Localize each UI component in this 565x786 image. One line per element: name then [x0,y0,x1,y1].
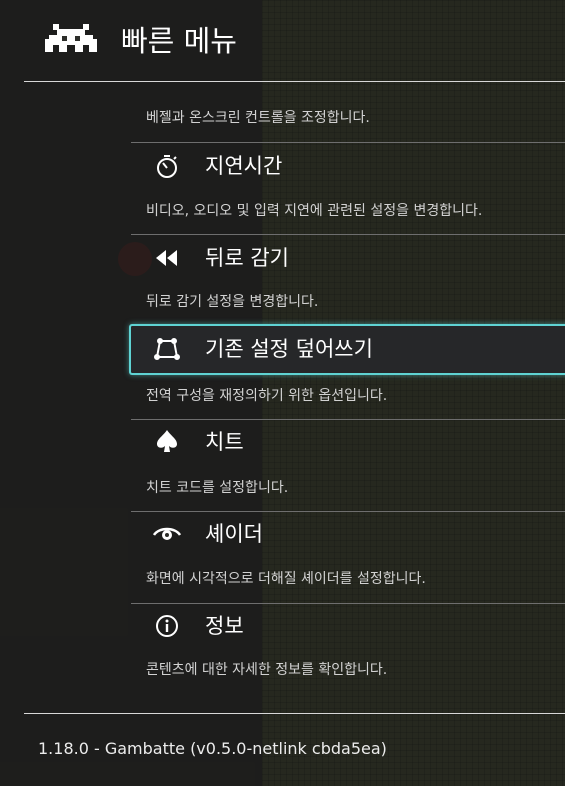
menu-item-latency[interactable]: 지연시간 [131,143,565,189]
menu-item-sublabel: 화면에 시각적으로 더해질 셰이더를 설정합니다. [146,571,426,587]
menu-item-label: 정보 [205,614,244,638]
core-info-footer: 1.18.0 - Gambatte (v0.5.0-netlink cbda5e… [38,739,387,758]
stopwatch-icon [153,152,181,180]
overlay-icon [153,82,181,87]
quick-menu-list: 베젤과 온스크린 컨트롤을 조정합니다. 지연시간 비디오, 오디오 및 입력 … [0,82,565,712]
spade-icon [153,428,181,456]
retroarch-invader-icon [45,24,97,52]
overrides-icon [153,335,181,363]
menu-item-shaders[interactable]: 셰이더 [131,511,565,557]
menu-item-overrides[interactable]: 기존 설정 덮어쓰기 [129,324,565,375]
rewind-icon [153,244,181,272]
info-icon [153,612,181,640]
menu-item-sublabel: 전역 구성을 재정의하기 위한 옵션입니다. [146,388,388,404]
menu-item-sublabel: 뒤로 감기 설정을 변경합니다. [146,294,319,310]
page-title: 빠른 메뉴 [121,24,237,58]
menu-item-sublabel: 베젤과 온스크린 컨트롤을 조정합니다. [146,110,370,126]
menu-item-label: 셰이더 [205,522,263,546]
eye-icon [153,520,181,548]
menu-item-label: 치트 [205,430,244,454]
menu-item-label: 지연시간 [205,154,283,178]
menu-item-rewind[interactable]: 뒤로 감기 [131,235,565,281]
menu-item-sublabel: 콘텐츠에 대한 자세한 정보를 확인합니다. [146,662,388,678]
footer-divider [24,713,565,714]
menu-item-information[interactable]: 정보 [131,603,565,649]
menu-item-label: 뒤로 감기 [205,246,289,270]
menu-item-label: 기존 설정 덮어쓰기 [205,337,373,361]
menu-item-sublabel: 치트 코드를 설정합니다. [146,480,289,496]
menu-item-onscreen-overlay[interactable] [131,82,565,96]
header: 빠른 메뉴 [0,0,565,82]
menu-item-sublabel: 비디오, 오디오 및 입력 지연에 관련된 설정을 변경합니다. [146,203,483,219]
menu-item-cheats[interactable]: 치트 [131,419,565,465]
